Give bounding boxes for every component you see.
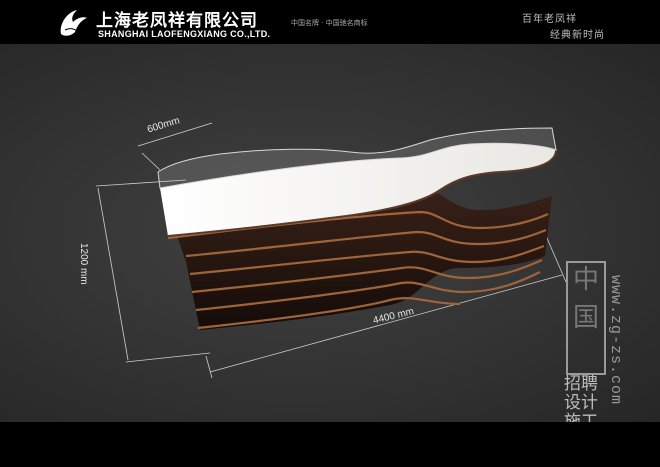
footer-bar <box>0 422 660 467</box>
slogan-line-2: 经典新时尚 <box>550 30 605 41</box>
company-name-cn: 上海老凤祥有限公司 <box>96 11 258 31</box>
phoenix-logo-icon <box>60 10 87 36</box>
header-bar: 上海老凤祥有限公司 SHANGHAI LAOFENGXIANG CO.,LTD.… <box>0 0 660 44</box>
brand-note: 中国名牌 · 中国驰名商标 <box>291 19 368 27</box>
height-dimension-label: 1200 mm <box>78 243 89 285</box>
company-name-en: SHANGHAI LAOFENGXIANG CO.,LTD. <box>98 29 271 39</box>
slogan-line-1: 百年老凤祥 <box>522 14 577 25</box>
watermark-china-text: 中国 <box>572 265 599 333</box>
